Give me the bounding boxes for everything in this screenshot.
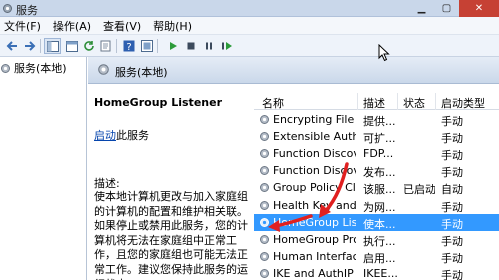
service-startup-type-cell: 手动 <box>441 268 463 280</box>
start-icon[interactable] <box>164 38 181 54</box>
service-description-cell: 提供... <box>363 115 396 128</box>
table-row[interactable]: HomeGroup List... 使本... 手动 <box>254 213 499 231</box>
service-name-cell: Function Discove... <box>273 147 356 161</box>
service-startup-type-cell: 手动 <box>441 200 463 214</box>
services-list[interactable]: 名称 描述 状态 启动类型 Encrypting File S... 提供... 手… <box>254 84 499 280</box>
service-gear-icon <box>260 149 269 159</box>
service-gear-icon <box>260 217 269 227</box>
console-tree: 服务(本地) <box>0 57 87 280</box>
service-startup-type-cell: 手动 <box>441 251 463 265</box>
svg-text:?: ? <box>126 42 131 52</box>
service-description-cell: 可扩... <box>363 132 396 146</box>
panel-title: 服务(本地) <box>115 66 168 79</box>
console-tree-icon[interactable] <box>44 38 61 54</box>
service-gear-icon <box>260 268 269 278</box>
service-gear-icon <box>260 115 269 124</box>
menu-help[interactable]: 帮助(H) <box>149 18 200 34</box>
start-service-suffix: 此服务 <box>116 129 149 142</box>
service-description-cell: 为网... <box>363 200 396 214</box>
gear-icon <box>98 64 109 75</box>
service-name-cell: Human Interface... <box>273 249 356 263</box>
gear-icon <box>1 63 10 73</box>
back-icon[interactable] <box>3 38 20 54</box>
forward-icon[interactable] <box>21 38 38 54</box>
table-row[interactable]: Group Policy Cli... 该服... 已启动自动 <box>254 179 499 196</box>
service-name-cell: Group Policy Cli... <box>273 181 356 195</box>
table-row[interactable]: Function Discove... 发布... 手动 <box>254 162 499 179</box>
panel-header: 服务(本地) <box>88 57 499 84</box>
service-name-cell: Health Key and ... <box>273 198 356 212</box>
tree-item-services-local[interactable]: 服务(本地) <box>0 61 67 75</box>
service-status-cell: 已启动 <box>403 183 435 197</box>
service-description-cell: 启用... <box>363 251 396 265</box>
start-service-link[interactable]: 启动 <box>94 129 116 142</box>
service-name-cell: Encrypting File S... <box>273 113 356 126</box>
service-description-cell: 使本... <box>363 217 396 231</box>
service-name-cell: IKE and AuthIP I... <box>273 266 356 280</box>
service-startup-type-cell: 手动 <box>441 166 463 180</box>
title-bar: 服务 ▁ ▢ ✕ <box>0 0 499 17</box>
service-gear-icon <box>260 166 269 176</box>
table-row[interactable]: Encrypting File S... 提供... 手动 <box>254 111 499 128</box>
window-title: 服务 <box>16 4 38 17</box>
column-header-row: 名称 描述 状态 启动类型 <box>254 93 499 110</box>
menu-bar: 文件(F) 操作(A) 查看(V) 帮助(H) <box>0 17 499 35</box>
export-icon[interactable] <box>97 38 114 54</box>
service-gear-icon <box>260 200 269 210</box>
menu-action[interactable]: 操作(A) <box>49 18 99 34</box>
restart-icon[interactable] <box>218 38 235 54</box>
table-row[interactable]: Extensible Authe... 可扩... 手动 <box>254 128 499 145</box>
service-description-pane: HomeGroup Listener 启动此服务 描述: 使本地计算机更改与加入… <box>88 84 254 280</box>
show-hide-icon[interactable] <box>63 38 80 54</box>
service-startup-type-cell: 手动 <box>441 234 463 248</box>
service-startup-type-cell: 自动 <box>441 183 463 197</box>
service-description-cell: 发布... <box>363 166 396 180</box>
maximize-button[interactable]: ▢ <box>434 0 459 17</box>
service-startup-type-cell: 手动 <box>441 132 463 146</box>
service-description-cell: 执行... <box>363 234 396 248</box>
properties-icon[interactable] <box>138 38 155 54</box>
table-row[interactable]: Health Key and ... 为网... 手动 <box>254 197 499 214</box>
description-label: 描述: <box>94 177 120 190</box>
service-description-cell: 该服... <box>363 183 396 197</box>
service-description-cell: FDP... <box>363 147 394 161</box>
column-header-description[interactable]: 描述 <box>363 95 385 111</box>
service-description-cell: IKEE... <box>363 266 397 280</box>
tree-item-label: 服务(本地) <box>14 62 67 75</box>
service-name-cell: HomeGroup List... <box>273 215 356 229</box>
pause-icon[interactable] <box>200 38 217 54</box>
description-text: 使本地计算机更改与加入家庭组的计算机的配置和维护相关联。如果停止或禁用此服务，您… <box>94 190 248 280</box>
menu-file[interactable]: 文件(F) <box>0 18 49 34</box>
service-startup-type-cell: 手动 <box>441 149 463 163</box>
menu-view[interactable]: 查看(V) <box>99 18 149 34</box>
minimize-button[interactable]: ▁ <box>409 0 434 17</box>
service-name-cell: Extensible Authe... <box>273 130 356 144</box>
close-button[interactable]: ✕ <box>459 0 499 17</box>
service-gear-icon <box>260 183 269 193</box>
service-gear-icon <box>260 234 269 244</box>
services-app-icon <box>3 4 12 13</box>
help-icon[interactable]: ? <box>120 38 137 54</box>
service-gear-icon <box>260 251 269 261</box>
selected-service-name: HomeGroup Listener <box>94 96 222 109</box>
service-startup-type-cell: 手动 <box>441 115 463 128</box>
column-header-name[interactable]: 名称 <box>262 95 284 111</box>
service-name-cell: HomeGroup Prov... <box>273 232 356 246</box>
services-panel: 服务(本地) HomeGroup Listener 启动此服务 描述: 使本地计… <box>88 57 499 280</box>
table-row[interactable]: IKE and AuthIP I... IKEE... 手动 <box>254 265 499 280</box>
table-row[interactable]: Function Discove... FDP... 手动 <box>254 145 499 162</box>
table-row[interactable]: HomeGroup Prov... 执行... 手动 <box>254 231 499 248</box>
service-gear-icon <box>260 132 269 142</box>
stop-icon[interactable] <box>182 38 199 54</box>
column-header-status[interactable]: 状态 <box>403 95 425 111</box>
refresh-icon[interactable] <box>80 38 97 54</box>
start-service-line: 启动此服务 <box>94 127 149 143</box>
service-name-cell: Function Discove... <box>273 164 356 178</box>
service-startup-type-cell: 手动 <box>441 217 463 231</box>
column-header-startup-type[interactable]: 启动类型 <box>441 95 485 111</box>
toolbar: ? <box>0 35 499 57</box>
mouse-cursor-icon <box>378 44 390 62</box>
table-row[interactable]: Human Interface... 启用... 手动 <box>254 248 499 265</box>
